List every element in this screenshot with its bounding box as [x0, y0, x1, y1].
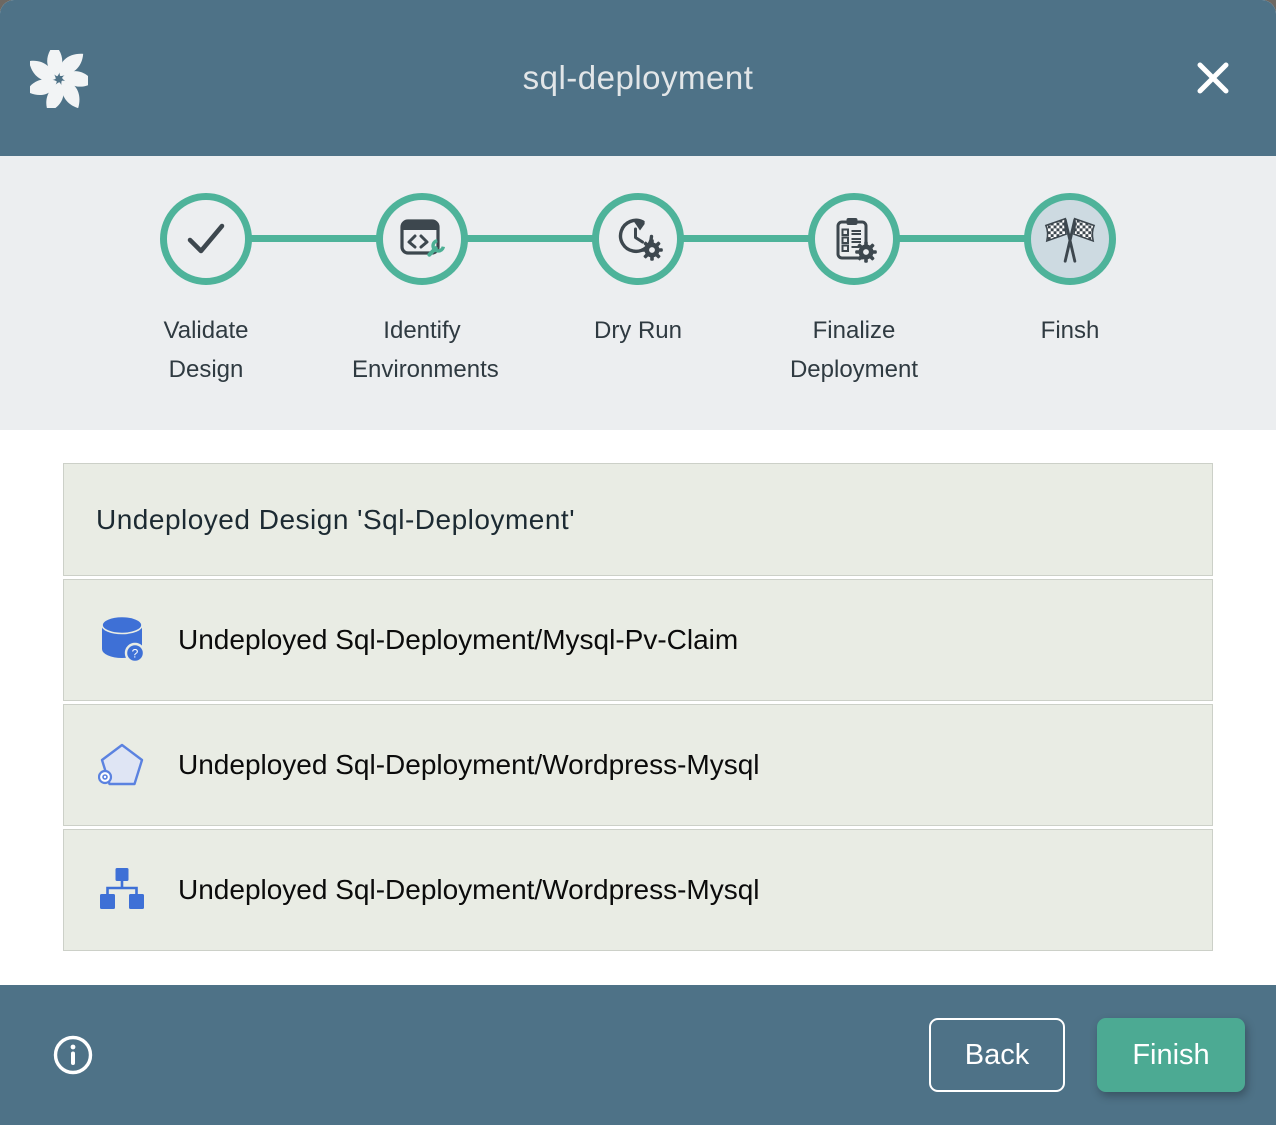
- check-icon[interactable]: [160, 193, 252, 285]
- database-icon: ?: [98, 615, 146, 665]
- sql-deployment-dialog: sql-deployment Validate Design: [0, 0, 1276, 1125]
- checkered-flags-icon[interactable]: [1024, 193, 1116, 285]
- list-item-text: Undeployed Sql-Deployment/Wordpress-Mysq…: [178, 874, 760, 906]
- back-button[interactable]: Back: [929, 1018, 1065, 1092]
- meshery-logo-icon: [30, 50, 88, 108]
- dialog-title: sql-deployment: [0, 59, 1276, 97]
- finish-button[interactable]: Finish: [1097, 1018, 1245, 1092]
- deployment-results: Undeployed Design 'Sql-Deployment' ? Und…: [0, 430, 1276, 985]
- code-wrench-icon[interactable]: [376, 193, 468, 285]
- dialog-titlebar: sql-deployment: [0, 0, 1276, 156]
- step-identify-environments: Identify Environments: [314, 193, 530, 389]
- step-label: Identify Environments: [352, 311, 492, 389]
- info-icon[interactable]: [52, 1034, 94, 1076]
- dialog-footer: Back Finish: [0, 985, 1276, 1125]
- step-label: Validate Design: [136, 311, 276, 389]
- hierarchy-icon: [98, 865, 146, 915]
- results-header-row: Undeployed Design 'Sql-Deployment': [63, 463, 1213, 576]
- results-header-text: Undeployed Design 'Sql-Deployment': [96, 504, 575, 536]
- list-item-text: Undeployed Sql-Deployment/Mysql-Pv-Claim: [178, 624, 738, 656]
- step-validate-design: Validate Design: [98, 193, 314, 389]
- step-dry-run: Dry Run: [530, 193, 746, 389]
- step-label: Finalize Deployment: [784, 311, 924, 389]
- clipboard-gear-icon[interactable]: [808, 193, 900, 285]
- step-finish: Finsh: [962, 193, 1178, 389]
- wizard-stepper: Validate Design Identify Envi: [0, 156, 1276, 430]
- step-label: Finsh: [1000, 311, 1140, 350]
- list-item-text: Undeployed Sql-Deployment/Wordpress-Mysq…: [178, 749, 760, 781]
- close-icon[interactable]: [1192, 57, 1234, 99]
- history-gear-icon[interactable]: [592, 193, 684, 285]
- step-finalize-deployment: Finalize Deployment: [746, 193, 962, 389]
- list-item: ? Undeployed Sql-Deployment/Mysql-Pv-Cla…: [63, 579, 1213, 701]
- svg-text:?: ?: [132, 647, 139, 661]
- pentagon-icon: [98, 740, 146, 790]
- results-list: Undeployed Design 'Sql-Deployment' ? Und…: [63, 463, 1213, 951]
- list-item: Undeployed Sql-Deployment/Wordpress-Mysq…: [63, 829, 1213, 951]
- step-label: Dry Run: [568, 311, 708, 350]
- list-item: Undeployed Sql-Deployment/Wordpress-Mysq…: [63, 704, 1213, 826]
